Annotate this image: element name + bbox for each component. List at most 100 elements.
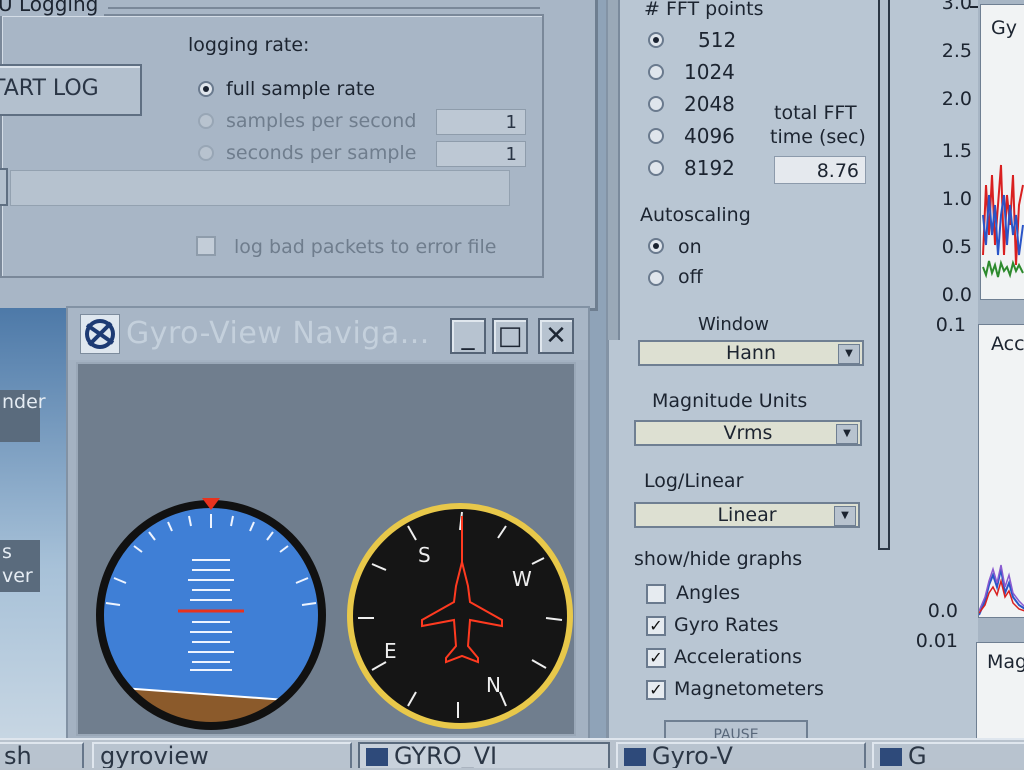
autoscaling-off-label: off: [678, 266, 703, 288]
taskbar-item-g[interactable]: G: [872, 742, 1024, 768]
accelerations-graph: Acc: [978, 324, 1024, 618]
taskbar-item-label: GYRO_VI: [394, 742, 498, 768]
taskbar-item-gyro-view[interactable]: Gyro-V: [616, 742, 866, 768]
dropdown-arrow-icon[interactable]: ▼: [834, 506, 856, 526]
accelerations-label: Accelerations: [674, 646, 802, 668]
full-sample-rate-radio[interactable]: [198, 81, 214, 97]
gyro-tick-label: 2.5: [941, 40, 972, 62]
magnetometers-label: Magnetometers: [674, 678, 824, 700]
total-fft-label: total FFT: [774, 102, 857, 124]
log-bad-packets-label: log bad packets to error file: [234, 236, 497, 258]
fft-512-radio[interactable]: [648, 32, 664, 48]
gyro-view-window: Gyro-View Naviga... _ □ ✕ S W E N: [66, 306, 590, 742]
gyro-tick-label: 2.0: [941, 88, 972, 110]
attitude-indicator: [96, 498, 326, 730]
logging-title: U Logging: [0, 0, 105, 16]
app-logo-icon: [624, 748, 646, 766]
accelerations-checkbox[interactable]: ✓: [646, 648, 666, 668]
gyro-tick-label: 1.5: [941, 140, 972, 162]
fft-512-label: 512: [698, 28, 737, 52]
desktop-shortcut-1[interactable]: nder: [0, 390, 46, 442]
instrument-canvas: S W E N: [76, 362, 576, 736]
taskbar-item-label: sh: [4, 742, 32, 768]
accel-graph-title: Acc: [991, 333, 1024, 355]
samples-per-second-input[interactable]: 1: [436, 109, 526, 135]
seconds-per-sample-input[interactable]: 1: [436, 141, 526, 167]
log-linear-value: Linear: [717, 504, 777, 526]
fft-2048-radio[interactable]: [648, 96, 664, 112]
desktop-shortcut-2[interactable]: s ver: [0, 540, 40, 592]
fft-8192-label: 8192: [684, 156, 735, 180]
compass-north-label: N: [486, 673, 501, 697]
window-select-value: Hann: [725, 342, 776, 364]
mag-tick-label: 0.01: [915, 630, 958, 652]
autoscaling-on-radio[interactable]: [648, 238, 664, 254]
samples-per-second-radio[interactable]: [198, 113, 214, 129]
taskbar-item-gyro-vi[interactable]: GYRO_VI: [358, 742, 610, 768]
seconds-per-sample-radio[interactable]: [198, 145, 214, 161]
seconds-per-sample-label: seconds per sample: [226, 142, 417, 164]
log-linear-select[interactable]: Linear ▼: [634, 502, 860, 528]
gyro-tick-label: 0.5: [941, 236, 972, 258]
compass-west-label: W: [512, 567, 532, 591]
compass-ring: [347, 503, 573, 729]
window-label: Window: [698, 314, 769, 335]
start-log-button[interactable]: TART LOG: [0, 64, 142, 116]
autoscaling-on-label: on: [678, 236, 702, 258]
total-fft-time-label: time (sec): [770, 126, 866, 148]
mag-graph-title: Mag: [987, 651, 1024, 673]
gyro-graph-title: Gy: [991, 17, 1017, 39]
magnitude-units-value: Vrms: [723, 422, 773, 444]
accel-tick-label: 0.0: [927, 600, 958, 622]
magnitude-units-select[interactable]: Vrms ▼: [634, 420, 862, 446]
accel-tick-label: 0.1: [935, 314, 966, 336]
dropdown-arrow-icon[interactable]: ▼: [838, 344, 860, 364]
app-logo-icon: [366, 748, 388, 766]
minimize-button[interactable]: _: [450, 318, 486, 354]
gyro-rates-checkbox[interactable]: ✓: [646, 616, 666, 636]
autoscaling-label: Autoscaling: [640, 204, 751, 226]
full-sample-rate-label: full sample rate: [226, 78, 376, 100]
dropdown-arrow-icon[interactable]: ▼: [836, 424, 858, 444]
total-fft-time-value: 8.76: [774, 156, 866, 184]
angles-label: Angles: [676, 582, 740, 604]
fft-1024-radio[interactable]: [648, 64, 664, 80]
window-select[interactable]: Hann ▼: [638, 340, 864, 366]
log-progress-bar: [10, 170, 510, 206]
panel-divider: [608, 0, 620, 340]
show-hide-graphs-label: show/hide graphs: [634, 548, 803, 570]
progress-button[interactable]: [0, 168, 8, 206]
fft-points-label: # FFT points: [644, 0, 764, 20]
fft-2048-label: 2048: [684, 92, 735, 116]
group-border: [108, 7, 540, 9]
taskbar-item-label: G: [908, 742, 927, 768]
gyro-tick-label: 1.0: [941, 188, 972, 210]
app-logo-icon: [880, 748, 902, 766]
fft-8192-radio[interactable]: [648, 160, 664, 176]
fft-1024-label: 1024: [684, 60, 735, 84]
gyro-tick-label: 3.0: [941, 0, 972, 14]
magnetometers-graph: Mag: [976, 642, 1024, 744]
fft-4096-label: 4096: [684, 124, 735, 148]
taskbar-item-shell[interactable]: sh: [0, 742, 84, 768]
log-linear-label: Log/Linear: [644, 470, 744, 492]
gyro-view-title: Gyro-View Naviga...: [126, 316, 430, 351]
samples-per-second-label: samples per second: [226, 110, 417, 132]
close-button[interactable]: ✕: [538, 318, 574, 354]
maximize-button[interactable]: □: [492, 318, 528, 354]
autoscaling-off-radio[interactable]: [648, 270, 664, 286]
log-bad-packets-checkbox[interactable]: [196, 236, 216, 256]
angles-checkbox[interactable]: [646, 584, 666, 604]
fft-4096-radio[interactable]: [648, 128, 664, 144]
taskbar-item-gyroview[interactable]: gyroview: [92, 742, 352, 768]
taskbar-item-label: gyroview: [100, 742, 209, 768]
magnetometers-checkbox[interactable]: ✓: [646, 680, 666, 700]
gyro-rates-graph: Gy: [980, 4, 1024, 300]
compass-east-label: E: [384, 639, 397, 663]
logging-rate-label: logging rate:: [188, 34, 310, 56]
panel-scrollbar[interactable]: [878, 0, 890, 550]
app-logo-icon: [80, 314, 120, 354]
compass-south-label: S: [418, 543, 431, 567]
taskbar-item-label: Gyro-V: [652, 742, 733, 768]
gyro-rates-label: Gyro Rates: [674, 614, 779, 636]
